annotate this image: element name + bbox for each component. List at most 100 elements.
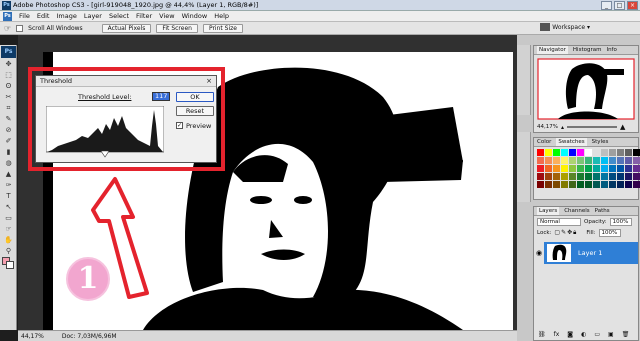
- swatch-13[interactable]: [537, 157, 544, 164]
- swatch-3[interactable]: [561, 149, 568, 156]
- swatch-51[interactable]: [633, 173, 640, 180]
- tool-14-icon[interactable]: ▭: [2, 213, 15, 224]
- tool-15-icon[interactable]: ☞: [2, 224, 15, 235]
- add-mask-icon[interactable]: ◙: [567, 331, 573, 338]
- swatch-14[interactable]: [545, 157, 552, 164]
- tool-6-icon[interactable]: ⊘: [2, 125, 15, 136]
- tab-color[interactable]: Color: [537, 138, 551, 146]
- menu-file[interactable]: File: [19, 12, 30, 20]
- swatch-11[interactable]: [625, 149, 632, 156]
- swatch-57[interactable]: [577, 181, 584, 188]
- maximize-button[interactable]: □: [614, 1, 625, 10]
- swatch-47[interactable]: [601, 173, 608, 180]
- swatch-1[interactable]: [545, 149, 552, 156]
- navigator-thumbnail[interactable]: [534, 57, 638, 123]
- swatch-37[interactable]: [625, 165, 632, 172]
- link-layers-icon[interactable]: ⛓: [538, 331, 546, 338]
- swatch-46[interactable]: [593, 173, 600, 180]
- tab-channels[interactable]: Channels: [564, 207, 589, 215]
- swatch-24[interactable]: [625, 157, 632, 164]
- swatch-54[interactable]: [553, 181, 560, 188]
- swatch-45[interactable]: [585, 173, 592, 180]
- tab-styles[interactable]: Styles: [592, 138, 609, 146]
- swatch-49[interactable]: [617, 173, 624, 180]
- swatch-23[interactable]: [617, 157, 624, 164]
- hand-tool-icon[interactable]: ☞: [4, 24, 11, 33]
- swatch-44[interactable]: [577, 173, 584, 180]
- swatch-15[interactable]: [553, 157, 560, 164]
- swatch-60[interactable]: [601, 181, 608, 188]
- swatch-63[interactable]: [625, 181, 632, 188]
- swatch-48[interactable]: [609, 173, 616, 180]
- menu-filter[interactable]: Filter: [136, 12, 152, 20]
- swatch-19[interactable]: [585, 157, 592, 164]
- tool-12-icon[interactable]: T: [2, 191, 15, 202]
- minimize-button[interactable]: _: [601, 1, 612, 10]
- swatch-40[interactable]: [545, 173, 552, 180]
- tool-10-icon[interactable]: ▲: [2, 169, 15, 180]
- swatch-28[interactable]: [553, 165, 560, 172]
- swatch-25[interactable]: [633, 157, 640, 164]
- tool-8-icon[interactable]: ▮: [2, 147, 15, 158]
- tool-2-icon[interactable]: ʘ: [2, 81, 15, 92]
- workspace-switcher[interactable]: Workspace ▾: [540, 23, 590, 31]
- tab-swatches[interactable]: Swatches: [556, 138, 587, 146]
- swatch-22[interactable]: [609, 157, 616, 164]
- lock-icons[interactable]: ▢✎✥🔒︎: [554, 229, 577, 237]
- swatch-56[interactable]: [569, 181, 576, 188]
- tool-17-icon[interactable]: ⚲: [2, 246, 15, 257]
- swatch-6[interactable]: [585, 149, 592, 156]
- swatch-10[interactable]: [617, 149, 624, 156]
- swatch-grid[interactable]: [534, 147, 640, 190]
- swatch-41[interactable]: [553, 173, 560, 180]
- swatch-12[interactable]: [633, 149, 640, 156]
- new-layer-icon[interactable]: ▣: [608, 331, 614, 338]
- menu-edit[interactable]: Edit: [37, 12, 50, 20]
- print-size-button[interactable]: Print Size: [202, 23, 243, 33]
- layer-row-layer-1[interactable]: ◉ Layer 1: [534, 242, 638, 264]
- swatch-7[interactable]: [593, 149, 600, 156]
- swatch-2[interactable]: [553, 149, 560, 156]
- tool-4-icon[interactable]: ⌗: [2, 103, 15, 114]
- tab-layers[interactable]: Layers: [537, 207, 560, 215]
- menu-image[interactable]: Image: [56, 12, 76, 20]
- swatch-36[interactable]: [617, 165, 624, 172]
- swatch-31[interactable]: [577, 165, 584, 172]
- swatch-42[interactable]: [561, 173, 568, 180]
- swatch-5[interactable]: [577, 149, 584, 156]
- tool-9-icon[interactable]: ◍: [2, 158, 15, 169]
- zoom-in-icon[interactable]: ▲: [620, 123, 625, 131]
- swatch-4[interactable]: [569, 149, 576, 156]
- fit-screen-button[interactable]: Fit Screen: [156, 23, 198, 33]
- swatch-18[interactable]: [577, 157, 584, 164]
- fill-input[interactable]: 100%: [598, 229, 621, 237]
- swatch-29[interactable]: [561, 165, 568, 172]
- tab-paths[interactable]: Paths: [595, 207, 610, 215]
- opacity-input[interactable]: 100%: [609, 218, 632, 226]
- swatch-59[interactable]: [593, 181, 600, 188]
- blend-mode-select[interactable]: Normal: [537, 218, 581, 226]
- swatch-50[interactable]: [625, 173, 632, 180]
- tool-13-icon[interactable]: ↖: [2, 202, 15, 213]
- swatch-33[interactable]: [593, 165, 600, 172]
- swatch-9[interactable]: [609, 149, 616, 156]
- swatch-27[interactable]: [545, 165, 552, 172]
- background-color-swatch[interactable]: [6, 261, 14, 269]
- fx-icon[interactable]: fx: [554, 331, 560, 338]
- tab-histogram[interactable]: Histogram: [573, 46, 602, 54]
- close-button[interactable]: ×: [627, 1, 638, 10]
- actual-pixels-button[interactable]: Actual Pixels: [101, 23, 152, 33]
- menu-view[interactable]: View: [159, 12, 174, 20]
- menu-layer[interactable]: Layer: [84, 12, 102, 20]
- delete-layer-icon[interactable]: 🗑︎: [622, 331, 630, 338]
- tab-info[interactable]: Info: [606, 46, 616, 54]
- swatch-53[interactable]: [545, 181, 552, 188]
- swatch-35[interactable]: [609, 165, 616, 172]
- swatch-26[interactable]: [537, 165, 544, 172]
- menu-select[interactable]: Select: [109, 12, 129, 20]
- menu-help[interactable]: Help: [214, 12, 229, 20]
- swatch-55[interactable]: [561, 181, 568, 188]
- tab-navigator[interactable]: Navigator: [537, 46, 568, 54]
- swatch-16[interactable]: [561, 157, 568, 164]
- visibility-eye-icon[interactable]: ◉: [534, 242, 544, 264]
